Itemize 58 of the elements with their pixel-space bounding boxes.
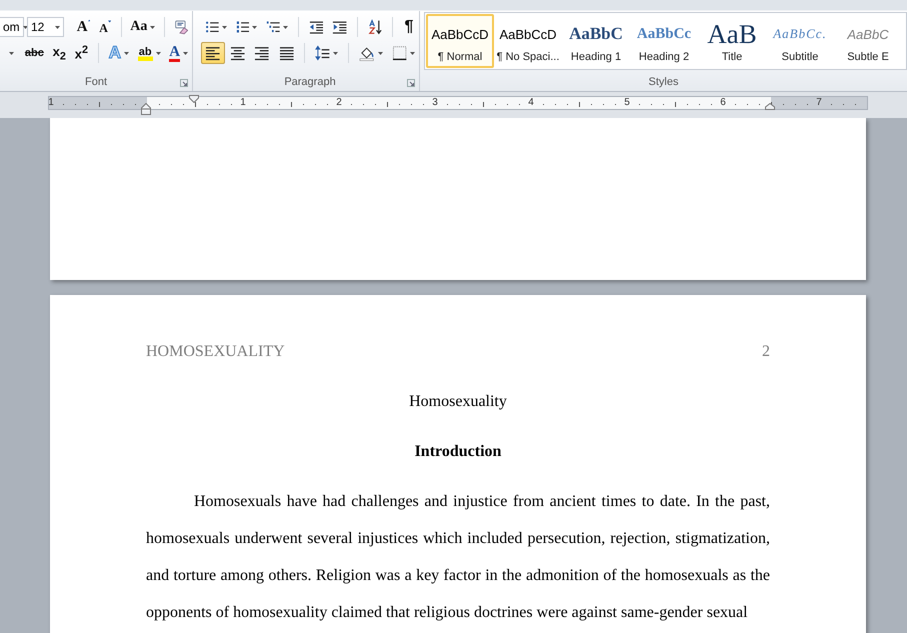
justify-icon <box>278 45 294 61</box>
line-spacing-icon <box>315 45 330 61</box>
caret-icon <box>22 26 28 28</box>
dialog-launcher-icon[interactable] <box>180 79 188 87</box>
ruler-number: 1 <box>240 97 246 109</box>
align-right-icon <box>254 45 270 61</box>
group-label: Paragraph <box>284 76 336 88</box>
numbered-list-icon <box>236 19 250 35</box>
decrease-indent-icon <box>308 19 324 35</box>
ruler-number: 1 <box>48 97 54 109</box>
ruler-number: 4 <box>528 97 534 109</box>
font-size-field[interactable]: 12 <box>27 17 64 37</box>
group-label: Font <box>84 76 107 88</box>
page-number: 2 <box>762 342 770 362</box>
bullet-list-icon <box>205 19 219 35</box>
sort-icon <box>368 19 382 35</box>
font-name-field[interactable]: om <box>0 17 24 37</box>
ruler-number: 7 <box>816 97 822 109</box>
font-color-button[interactable]: A <box>165 42 192 64</box>
align-left-button[interactable] <box>201 42 225 64</box>
style-option[interactable]: AaBbCc Heading 2 <box>630 14 698 68</box>
show-marks-button[interactable]: ¶ <box>399 16 419 38</box>
ruler[interactable]: 1 1 2 3 4 5 6 7 <box>48 96 868 110</box>
ruler-number: 3 <box>432 97 438 109</box>
dialog-launcher-icon[interactable] <box>407 79 415 87</box>
superscript-button[interactable]: x$^{2}$ <box>70 42 92 64</box>
multilevel-list-icon <box>266 19 280 35</box>
style-option[interactable]: AaBbCc. Subtitle <box>766 14 834 68</box>
grow-font-button[interactable]: A <box>72 16 94 38</box>
style-option[interactable]: AaBbC Subtle E <box>834 14 902 68</box>
strikethrough-button[interactable]: abc <box>21 42 48 64</box>
style-option[interactable]: AaBbC Heading 1 <box>562 14 630 68</box>
change-case-button[interactable]: Aa <box>128 16 158 38</box>
clear-formatting-icon <box>174 19 188 35</box>
caret-icon <box>54 26 60 28</box>
first-line-indent-marker[interactable] <box>189 95 199 103</box>
borders-icon <box>392 45 407 61</box>
style-option[interactable]: AaBbCcD ¶ Normal <box>426 14 494 68</box>
increase-indent-icon <box>332 19 347 35</box>
running-header: HOMOSEXUALITY <box>146 342 285 362</box>
align-left-icon <box>205 45 221 61</box>
up-arrow-icon <box>88 19 90 22</box>
right-indent-marker[interactable] <box>765 103 775 110</box>
shrink-font-button[interactable]: A <box>95 16 116 38</box>
down-arrow-icon <box>108 20 112 23</box>
body-paragraph: Homosexuals have had challenges and injustice from ancient times to date. In the past, homosexuals underwent several injustices which included persecution, rejection, stigmatization, and torture among others. Religion was a key factor in the admonition of the homosexuals as the opponents of homosexuality claimed that religious doctrines were against same-gender sexual <box>146 492 770 623</box>
ruler-number: 6 <box>720 97 726 109</box>
group-label: Styles <box>648 76 678 88</box>
document-title: Homosexuality <box>409 393 507 410</box>
paint-bucket-icon <box>359 45 375 61</box>
section-heading: Introduction <box>414 443 502 460</box>
style-option[interactable]: AaB Title <box>698 14 766 68</box>
style-option[interactable]: AaBbCcD ¶ No Spaci... <box>494 14 562 68</box>
ruler-number: 2 <box>336 97 342 109</box>
subscript-button[interactable]: x$_{2}$ <box>48 42 70 64</box>
highlight-button[interactable]: ab <box>134 42 164 64</box>
ruler-number: 5 <box>624 97 630 109</box>
align-center-icon <box>230 45 246 61</box>
